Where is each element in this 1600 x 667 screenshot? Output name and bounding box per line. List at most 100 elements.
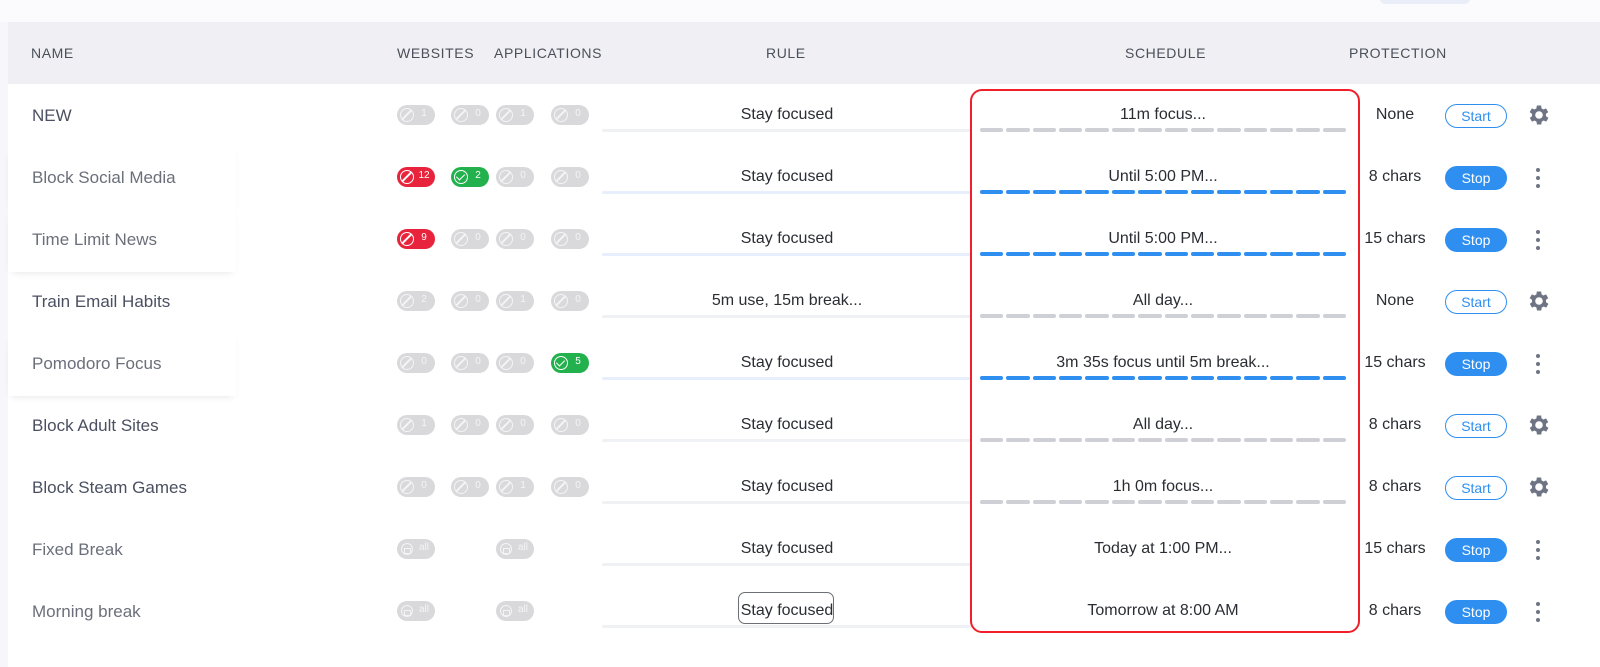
gear-icon[interactable] <box>1526 102 1552 128</box>
header-schedule[interactable]: SCHEDULE <box>1125 45 1206 61</box>
block-name[interactable]: Block Steam Games <box>32 478 187 498</box>
table-row[interactable]: Fixed Break all all Stay focused Today a… <box>8 518 1600 582</box>
websites-block-count[interactable]: 9 <box>397 229 435 249</box>
apps-allow-count[interactable]: 0 <box>551 229 589 249</box>
rule-text[interactable]: 5m use, 15m break... <box>602 292 972 310</box>
protection-text[interactable]: None <box>1358 292 1432 310</box>
header-rule[interactable]: RULE <box>766 45 806 61</box>
websites-allow-count[interactable]: 0 <box>451 105 489 125</box>
header-name[interactable]: NAME <box>31 45 74 61</box>
table-row[interactable]: NEW 1 0 1 0 Stay focused 11m focus... No… <box>8 84 1600 148</box>
apps-block-count[interactable]: 0 <box>496 415 534 435</box>
apps-block-count[interactable]: 0 <box>496 229 534 249</box>
apps-allow-count[interactable]: 0 <box>551 477 589 497</box>
protection-text[interactable]: 8 chars <box>1358 478 1432 496</box>
stop-button[interactable]: Stop <box>1445 600 1507 624</box>
block-name[interactable]: Pomodoro Focus <box>32 354 161 374</box>
gear-icon[interactable] <box>1526 412 1552 438</box>
schedule-text[interactable]: Tomorrow at 8:00 AM <box>978 602 1348 620</box>
start-button[interactable]: Start <box>1445 104 1507 128</box>
websites-block-count[interactable]: 2 <box>397 291 435 311</box>
start-button[interactable]: Start <box>1445 476 1507 500</box>
rule-text[interactable]: Stay focused <box>602 230 972 248</box>
rule-text[interactable]: Stay focused <box>602 168 972 186</box>
gear-icon[interactable] <box>1526 288 1552 314</box>
websites-allow-count[interactable]: 0 <box>451 229 489 249</box>
protection-text[interactable]: 15 chars <box>1358 354 1432 372</box>
table-row[interactable]: Time Limit News 9 0 0 0 Stay focused Unt… <box>8 208 1600 272</box>
table-row[interactable]: Block Adult Sites 1 0 0 0 Stay focused A… <box>8 394 1600 458</box>
schedule-text[interactable]: 3m 35s focus until 5m break... <box>978 354 1348 372</box>
protection-text[interactable]: None <box>1358 106 1432 124</box>
table-row[interactable]: Morning break all all Stay focused Tomor… <box>8 580 1600 644</box>
schedule-text[interactable]: All day... <box>978 416 1348 434</box>
header-websites[interactable]: WEBSITES <box>397 45 474 61</box>
start-button[interactable]: Start <box>1445 290 1507 314</box>
apps-all-locked[interactable]: all <box>496 601 534 621</box>
apps-allow-count[interactable]: 5 <box>551 353 589 373</box>
websites-allow-count[interactable]: 0 <box>451 477 489 497</box>
table-row[interactable]: Train Email Habits 2 0 1 0 5m use, 15m b… <box>8 270 1600 334</box>
websites-block-count[interactable]: 0 <box>397 477 435 497</box>
websites-all-locked[interactable]: all <box>397 601 435 621</box>
websites-allow-count[interactable]: 0 <box>451 353 489 373</box>
apps-allow-count[interactable]: 0 <box>551 415 589 435</box>
block-name[interactable]: Time Limit News <box>32 230 157 250</box>
schedule-text[interactable]: Until 5:00 PM... <box>978 168 1348 186</box>
gear-icon[interactable] <box>1526 474 1552 500</box>
kebab-menu-icon[interactable] <box>1528 166 1548 190</box>
start-button[interactable]: Start <box>1445 414 1507 438</box>
header-protection[interactable]: PROTECTION <box>1349 45 1447 61</box>
rule-text[interactable]: Stay focused <box>602 602 972 620</box>
header-applications[interactable]: APPLICATIONS <box>494 45 602 61</box>
stop-button[interactable]: Stop <box>1445 352 1507 376</box>
websites-all-locked[interactable]: all <box>397 539 435 559</box>
table-row[interactable]: Block Steam Games 0 0 1 0 Stay focused 1… <box>8 456 1600 520</box>
websites-block-count[interactable]: 12 <box>397 167 435 187</box>
schedule-text[interactable]: Until 5:00 PM... <box>978 230 1348 248</box>
schedule-text[interactable]: 11m focus... <box>978 106 1348 124</box>
kebab-menu-icon[interactable] <box>1528 538 1548 562</box>
block-name[interactable]: NEW <box>32 106 72 126</box>
block-name[interactable]: Fixed Break <box>32 540 123 560</box>
schedule-text[interactable]: All day... <box>978 292 1348 310</box>
rule-text[interactable]: Stay focused <box>602 106 972 124</box>
stop-button[interactable]: Stop <box>1445 228 1507 252</box>
apps-block-count[interactable]: 1 <box>496 477 534 497</box>
block-name[interactable]: Train Email Habits <box>32 292 170 312</box>
block-name[interactable]: Block Social Media <box>32 168 176 188</box>
apps-allow-count[interactable]: 0 <box>551 167 589 187</box>
schedule-text[interactable]: Today at 1:00 PM... <box>978 540 1348 558</box>
websites-block-count[interactable]: 0 <box>397 353 435 373</box>
stop-button[interactable]: Stop <box>1445 538 1507 562</box>
apps-block-count[interactable]: 0 <box>496 167 534 187</box>
rule-text[interactable]: Stay focused <box>602 478 972 496</box>
table-row[interactable]: Pomodoro Focus 0 0 0 5 Stay focused 3m 3… <box>8 332 1600 396</box>
websites-block-count[interactable]: 1 <box>397 415 435 435</box>
protection-text[interactable]: 8 chars <box>1358 168 1432 186</box>
apps-allow-count[interactable]: 0 <box>551 105 589 125</box>
block-name[interactable]: Morning break <box>32 602 141 622</box>
websites-allow-count[interactable]: 0 <box>451 415 489 435</box>
websites-allow-count[interactable]: 0 <box>451 291 489 311</box>
kebab-menu-icon[interactable] <box>1528 352 1548 376</box>
table-row[interactable]: Block Social Media 12 2 0 0 Stay focused… <box>8 146 1600 210</box>
apps-all-locked[interactable]: all <box>496 539 534 559</box>
rule-text[interactable]: Stay focused <box>602 416 972 434</box>
websites-block-count[interactable]: 1 <box>397 105 435 125</box>
schedule-text[interactable]: 1h 0m focus... <box>978 478 1348 496</box>
websites-allow-count[interactable]: 2 <box>451 167 489 187</box>
kebab-menu-icon[interactable] <box>1528 228 1548 252</box>
apps-block-count[interactable]: 1 <box>496 291 534 311</box>
protection-text[interactable]: 8 chars <box>1358 602 1432 620</box>
protection-text[interactable]: 15 chars <box>1358 540 1432 558</box>
apps-allow-count[interactable]: 0 <box>551 291 589 311</box>
protection-text[interactable]: 15 chars <box>1358 230 1432 248</box>
kebab-menu-icon[interactable] <box>1528 600 1548 624</box>
block-name[interactable]: Block Adult Sites <box>32 416 159 436</box>
apps-block-count[interactable]: 0 <box>496 353 534 373</box>
rule-text[interactable]: Stay focused <box>602 540 972 558</box>
rule-text[interactable]: Stay focused <box>602 354 972 372</box>
apps-block-count[interactable]: 1 <box>496 105 534 125</box>
stop-button[interactable]: Stop <box>1445 166 1507 190</box>
